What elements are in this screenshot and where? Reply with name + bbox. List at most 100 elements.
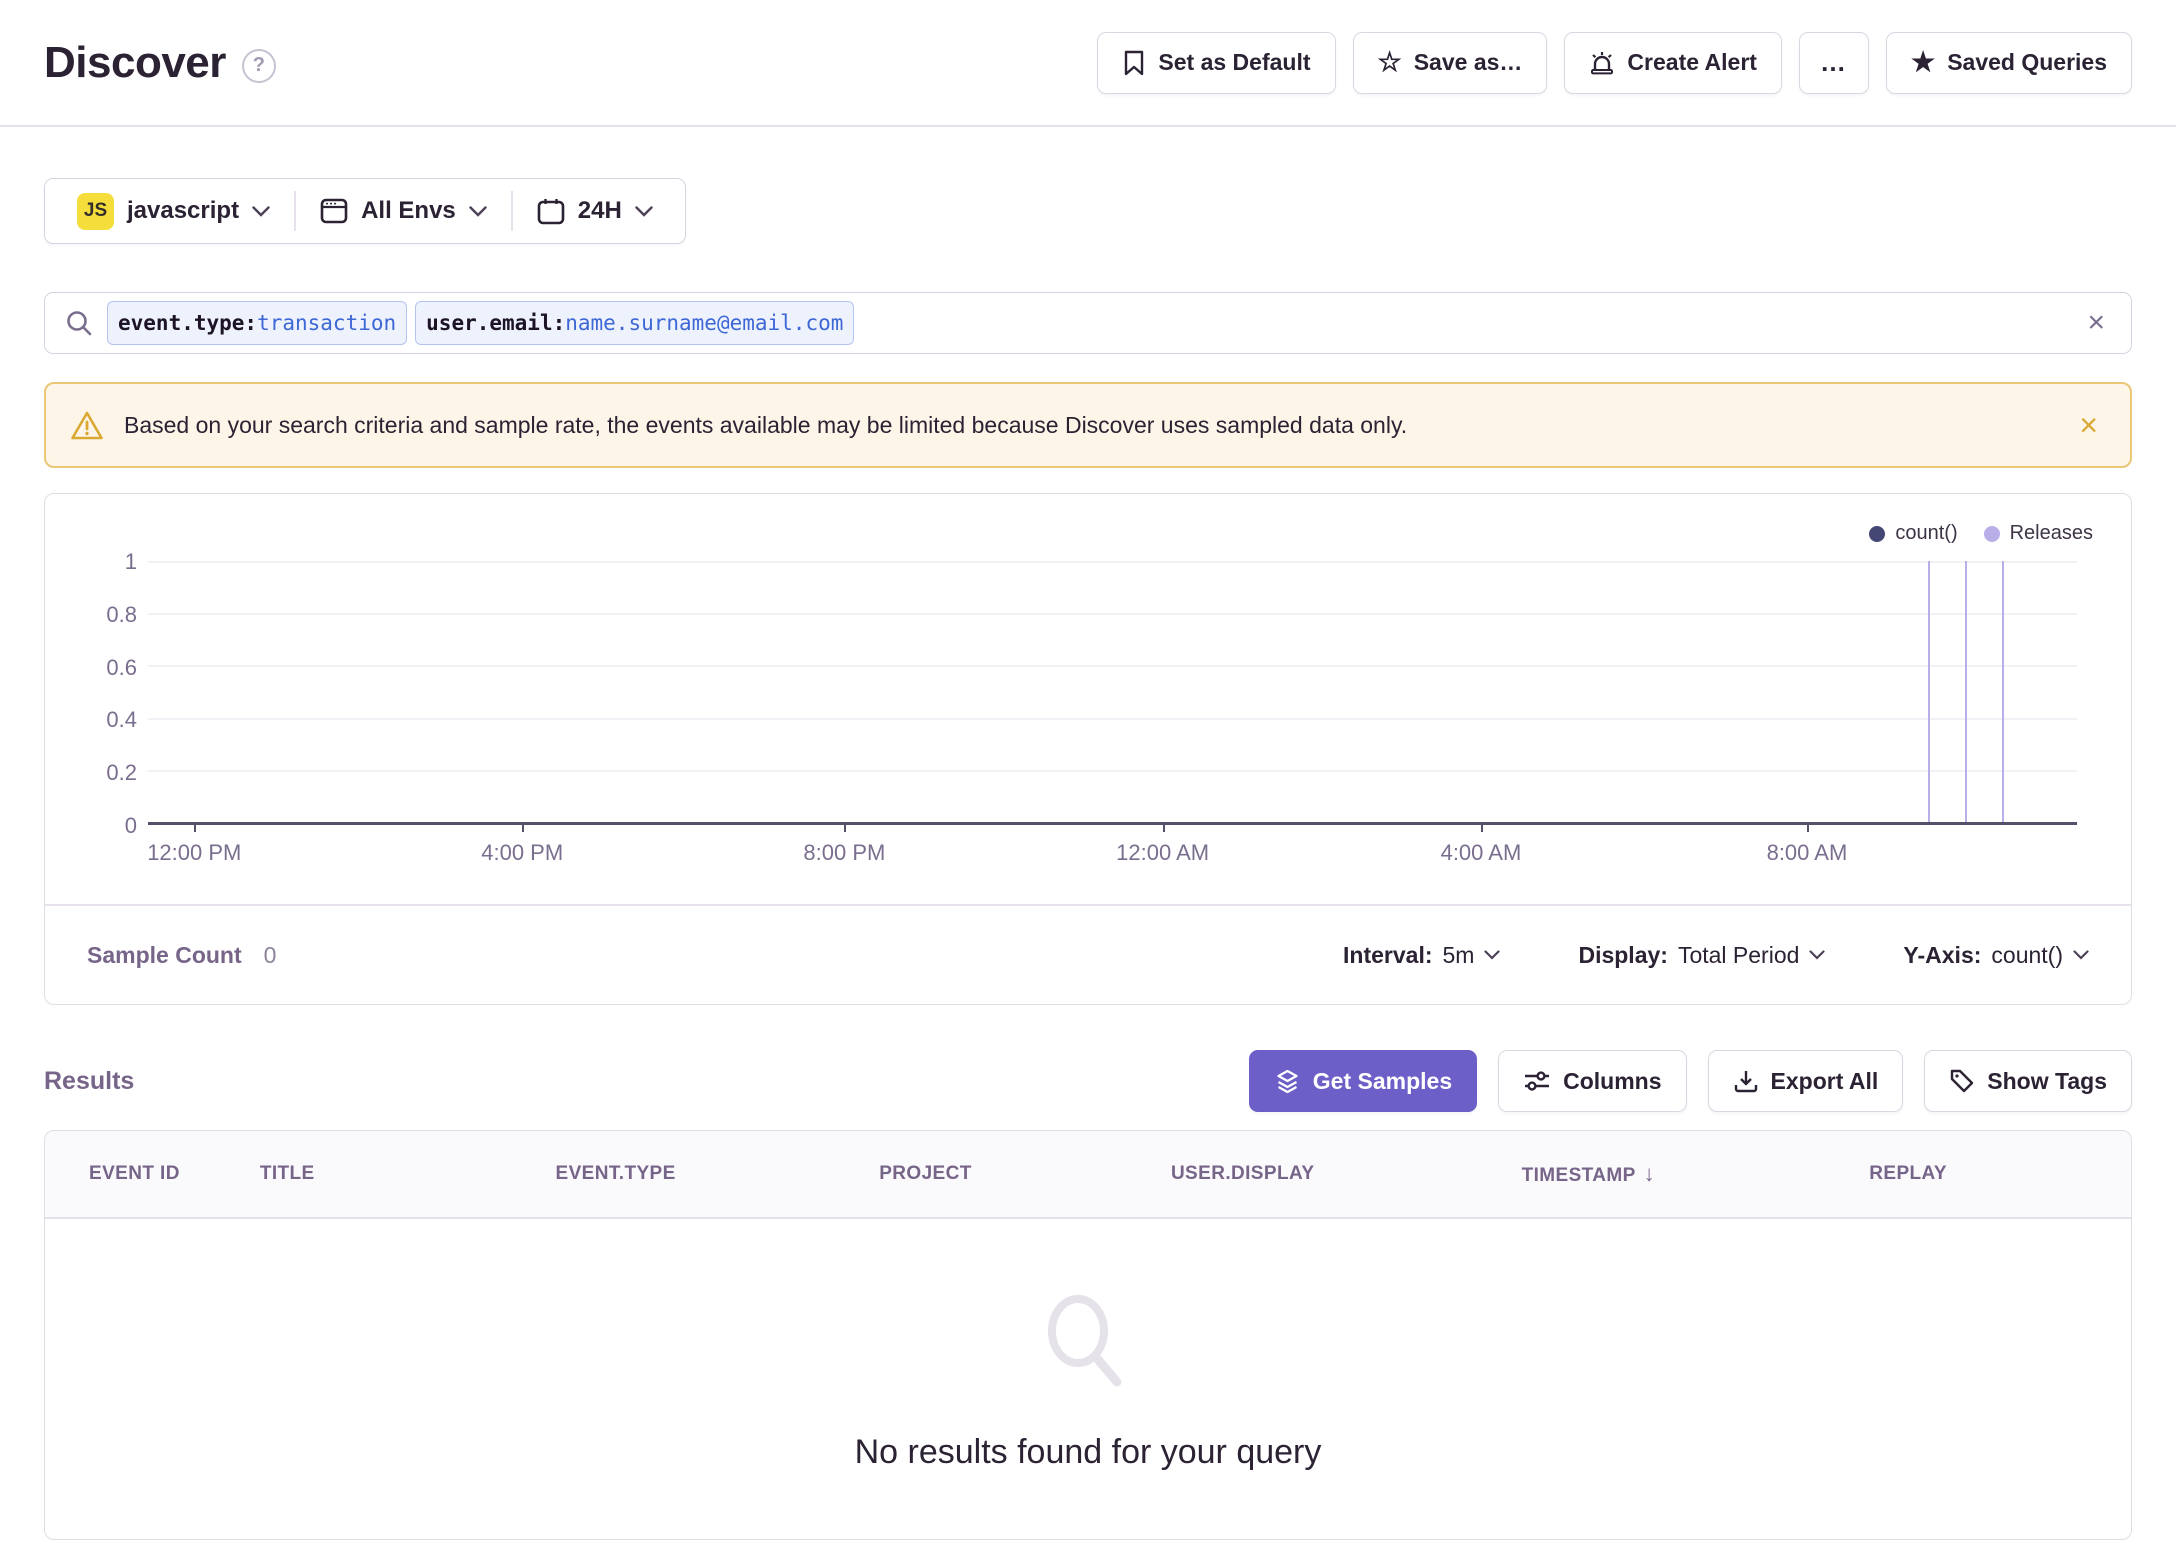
column-header-title[interactable]: TITLE <box>260 1163 556 1185</box>
alert-message: Based on your search criteria and sample… <box>124 411 1408 438</box>
release-line[interactable] <box>2001 561 2004 822</box>
search-input[interactable]: event.type: transaction user.email: name.s… <box>44 292 2132 354</box>
column-header-user-display[interactable]: USER.DISPLAY <box>1171 1163 1522 1185</box>
search-token-event-type[interactable]: event.type: transaction <box>107 301 408 345</box>
button-label: Export All <box>1770 1067 1879 1094</box>
create-alert-button[interactable]: Create Alert <box>1564 31 1782 94</box>
search-token-user-email[interactable]: user.email: name.surname@email.com <box>415 301 855 345</box>
help-icon[interactable]: ? <box>241 48 276 83</box>
interval-value: 5m <box>1442 941 1475 968</box>
chart-footer: Sample Count 0 Interval: 5m Display: Tot… <box>45 904 2131 1004</box>
x-axis-tick-label: 4:00 AM <box>1440 840 1522 865</box>
header-actions: Set as Default ☆ Save as… Create Alert …… <box>1097 31 2132 94</box>
calendar-icon <box>537 198 565 224</box>
sample-count: Sample Count 0 <box>87 942 276 969</box>
gridline <box>148 717 2077 720</box>
button-label: Create Alert <box>1627 49 1757 75</box>
star-filled-icon: ★ <box>1910 47 1936 77</box>
y-axis-value: count() <box>1991 941 2063 968</box>
project-selector-label: javascript <box>127 197 240 224</box>
x-axis-tick-label: 8:00 AM <box>1766 840 1848 865</box>
y-axis-tick-label: 0.8 <box>106 601 137 627</box>
column-header-event-id[interactable]: EVENT ID <box>89 1163 260 1185</box>
x-axis-tick <box>844 822 847 832</box>
button-label: Set as Default <box>1158 49 1311 75</box>
save-as-button[interactable]: ☆ Save as… <box>1352 31 1548 94</box>
sampled-data-alert: Based on your search criteria and sample… <box>44 382 2132 468</box>
x-axis-tick <box>1162 822 1165 832</box>
tag-icon <box>1951 1069 1974 1093</box>
gridline <box>148 665 2077 668</box>
chevron-down-icon <box>1484 950 1501 960</box>
column-header-event-type[interactable]: EVENT.TYPE <box>556 1163 880 1185</box>
close-alert-icon[interactable]: × <box>2071 409 2106 441</box>
display-value: Total Period <box>1677 941 1800 968</box>
environment-selector[interactable]: All Envs <box>296 197 511 225</box>
results-buttons: Get Samples Columns Export All Show Tags <box>1248 1050 2132 1112</box>
chevron-down-icon <box>635 205 653 217</box>
gridline <box>148 769 2077 772</box>
y-axis-labels: 1 0.8 0.6 0.4 0.2 0 <box>45 549 137 838</box>
y-axis-tick-label: 1 <box>124 549 137 574</box>
chevron-down-icon <box>469 205 487 217</box>
legend-item-releases[interactable]: Releases <box>1983 522 2093 545</box>
sample-count-value: 0 <box>263 941 277 968</box>
clear-search-icon[interactable]: × <box>2081 308 2111 338</box>
page-header: Discover ? Set as Default ☆ Save as… Cre… <box>0 0 2176 127</box>
environment-selector-label: All Envs <box>361 197 456 224</box>
interval-label: Interval: <box>1343 941 1433 968</box>
results-heading: Results <box>44 1066 135 1095</box>
time-range-selector-label: 24H <box>577 197 622 224</box>
set-as-default-button[interactable]: Set as Default <box>1097 31 1336 94</box>
chevron-down-icon <box>1809 950 1826 960</box>
release-line[interactable] <box>1928 561 1931 822</box>
bookmark-icon <box>1125 50 1144 75</box>
results-table: EVENT ID TITLE EVENT.TYPE PROJECT USER.DISPL… <box>44 1130 2132 1540</box>
gridline <box>148 561 2077 563</box>
page-title: Discover <box>44 37 226 87</box>
warning-triangle-icon <box>71 411 103 439</box>
interval-selector[interactable]: Interval: 5m <box>1343 941 1501 969</box>
button-label: Show Tags <box>1987 1067 2107 1094</box>
x-axis-tick <box>1806 822 1809 832</box>
project-selector[interactable]: JS javascript <box>53 192 294 230</box>
empty-state: No results found for your query <box>45 1219 2131 1539</box>
stack-icon <box>1277 1069 1298 1093</box>
more-options-button[interactable]: … <box>1798 31 1869 94</box>
x-axis-tick <box>194 822 197 832</box>
y-axis-tick-label: 0.6 <box>106 654 137 680</box>
button-label: Columns <box>1563 1067 1662 1094</box>
legend-item-count[interactable]: count() <box>1869 522 1958 545</box>
column-header-project[interactable]: PROJECT <box>879 1163 1171 1185</box>
column-header-timestamp[interactable]: TIMESTAMP ↓ <box>1522 1161 1870 1187</box>
show-tags-button[interactable]: Show Tags <box>1924 1050 2132 1112</box>
column-header-replay[interactable]: REPLAY <box>1869 1163 2131 1185</box>
table-header-row: EVENT ID TITLE EVENT.TYPE PROJECT USER.DISPL… <box>45 1131 2131 1219</box>
display-selector[interactable]: Display: Total Period <box>1578 941 1826 969</box>
sort-desc-icon: ↓ <box>1643 1161 1656 1186</box>
y-axis-tick-label: 0.4 <box>106 707 137 733</box>
star-outline-icon: ☆ <box>1377 47 1402 77</box>
token-value: name.surname@email.com <box>565 311 844 335</box>
search-icon <box>67 311 92 336</box>
x-axis-tick-label: 4:00 PM <box>481 840 564 865</box>
releases-dot-icon <box>1983 525 2000 542</box>
export-all-button[interactable]: Export All <box>1707 1050 1904 1112</box>
release-line[interactable] <box>1965 561 1968 822</box>
count-series-dot-icon <box>1869 525 1886 542</box>
search-token-strip: event.type: transaction user.email: name.s… <box>107 301 2067 345</box>
time-range-selector[interactable]: 24H <box>513 197 677 225</box>
columns-button[interactable]: Columns <box>1498 1050 1687 1112</box>
x-axis-tick-label: 12:00 PM <box>147 840 242 865</box>
button-label: Save as… <box>1413 49 1523 75</box>
chart-plot: 12:00 PM 4:00 PM 8:00 PM 12:00 AM 4:00 AM 8:0… <box>147 561 2077 865</box>
javascript-platform-icon: JS <box>77 192 114 230</box>
get-samples-button[interactable]: Get Samples <box>1248 1050 1478 1112</box>
saved-queries-button[interactable]: ★ Saved Queries <box>1885 31 2132 94</box>
x-axis-tick <box>1480 822 1483 832</box>
display-label: Display: <box>1578 941 1668 968</box>
chevron-down-icon <box>2073 950 2089 960</box>
y-axis-selector[interactable]: Y-Axis: count() <box>1903 942 2089 969</box>
title-wrap: Discover ? <box>44 38 276 88</box>
button-label: Saved Queries <box>1947 49 2107 75</box>
